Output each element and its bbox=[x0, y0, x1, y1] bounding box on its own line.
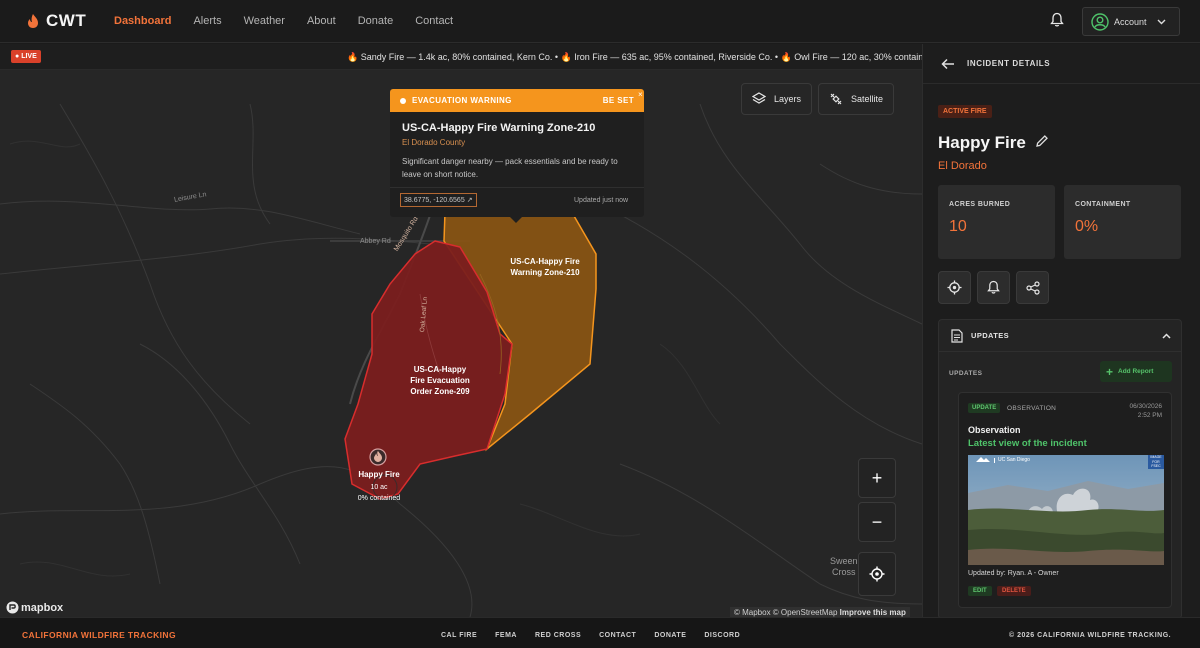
place-label: Cross bbox=[832, 567, 856, 577]
update-tag: UPDATE bbox=[968, 403, 1001, 413]
live-badge: ● LIVE bbox=[11, 50, 41, 63]
delete-button[interactable]: DELETE bbox=[997, 586, 1031, 596]
updates-section: UPDATES UPDATES + Add Report UPDATE OBSE… bbox=[938, 319, 1182, 617]
footer-link-cal-fire[interactable]: CAL FIRE bbox=[441, 632, 477, 639]
fire-name: Happy Fire bbox=[938, 133, 1026, 152]
share-button[interactable] bbox=[1016, 271, 1049, 304]
update-type: OBSERVATION bbox=[1007, 405, 1057, 412]
chevron-down-icon bbox=[1157, 19, 1166, 24]
incident-details-panel: INCIDENT DETAILS ACTIVE FIRE Happy Fire … bbox=[922, 44, 1200, 617]
updates-header[interactable]: UPDATES bbox=[939, 320, 1181, 352]
status-dot-icon bbox=[400, 97, 406, 104]
flame-icon: 🔥 bbox=[780, 52, 792, 62]
zoom-out-button[interactable]: − bbox=[858, 502, 896, 542]
satellite-icon bbox=[830, 93, 842, 105]
improve-map-link[interactable]: Improve this map bbox=[840, 608, 906, 617]
crosshair-icon bbox=[869, 566, 885, 582]
notifications-bell-icon[interactable] bbox=[1050, 12, 1064, 33]
locate-button[interactable] bbox=[858, 552, 896, 596]
logo-text: CWT bbox=[46, 11, 87, 30]
document-icon bbox=[951, 328, 963, 343]
plus-icon: + bbox=[1106, 364, 1114, 379]
camera-brand: UC San Diego bbox=[998, 457, 1030, 463]
back-arrow-icon[interactable] bbox=[941, 58, 955, 70]
popup-pointer bbox=[509, 216, 523, 223]
account-label: Account bbox=[1114, 16, 1147, 27]
zoom-in-button[interactable]: + bbox=[858, 458, 896, 498]
update-card: UPDATE OBSERVATION 06/30/2026 2:52 PM Ob… bbox=[958, 392, 1172, 608]
top-navbar: CWT Dashboard Alerts Weather About Donat… bbox=[0, 0, 1200, 43]
stat-containment: CONTAINMENT 0% bbox=[1064, 185, 1181, 259]
fire-marker-name: Happy Fire bbox=[358, 470, 400, 479]
edit-button[interactable]: EDIT bbox=[968, 586, 992, 596]
edit-pencil-icon[interactable] bbox=[1035, 134, 1049, 148]
chevron-up-icon[interactable] bbox=[1162, 332, 1171, 339]
popup-title: US-CA-Happy Fire Warning Zone-210 bbox=[402, 122, 596, 134]
flame-icon: 🔥 bbox=[560, 52, 572, 62]
update-date: 06/30/2026 2:52 PM bbox=[1129, 403, 1162, 419]
popup-coords-link[interactable]: 38.6775, -120.6565 ↗ bbox=[400, 193, 477, 207]
order-zone-label: US-CA-Happy Fire Evacuation Order Zone-2… bbox=[410, 365, 470, 396]
fire-marker-contained: 0% contained bbox=[357, 495, 401, 502]
footer-link-donate[interactable]: DONATE bbox=[654, 632, 686, 639]
fire-marker-acres: 10 ac bbox=[370, 484, 388, 491]
update-subtitle: Latest view of the incident bbox=[968, 438, 1087, 449]
stat-acres-burned: ACRES BURNED 10 bbox=[938, 185, 1055, 259]
footer-link-contact[interactable]: CONTACT bbox=[599, 632, 636, 639]
panel-title: INCIDENT DETAILS bbox=[967, 59, 1051, 68]
bell-icon bbox=[987, 280, 1000, 294]
mapbox-logo[interactable]: mapbox bbox=[6, 601, 63, 614]
popup-county: El Dorado County bbox=[402, 138, 466, 147]
footer-link-red-cross[interactable]: RED CROSS bbox=[535, 632, 581, 639]
fire-marker[interactable]: Happy Fire 10 ac 0% contained bbox=[348, 470, 410, 502]
nav-weather[interactable]: Weather bbox=[244, 15, 285, 27]
popup-updated: Updated just now bbox=[574, 197, 629, 204]
satellite-button[interactable]: Satellite bbox=[818, 83, 895, 115]
flame-icon: 🔥 bbox=[347, 52, 359, 62]
ticker-text: 🔥 Sandy Fire — 1.4k ac, 80% contained, K… bbox=[347, 52, 922, 62]
map-attribution: © Mapbox © OpenStreetMap Improve this ma… bbox=[730, 607, 910, 617]
nav-alerts[interactable]: Alerts bbox=[193, 15, 221, 27]
warning-zone-label: US-CA-Happy Fire Warning Zone-210 bbox=[510, 257, 580, 277]
layers-button[interactable]: Layers bbox=[741, 83, 813, 115]
footer-link-discord[interactable]: DISCORD bbox=[704, 632, 740, 639]
footer: CALIFORNIA WILDFIRE TRACKING CAL FIRE FE… bbox=[0, 617, 1200, 648]
locate-fire-button[interactable] bbox=[938, 271, 971, 304]
status-badge: ACTIVE FIRE bbox=[938, 105, 992, 118]
popup-description: Significant danger nearby — pack essenti… bbox=[402, 157, 618, 179]
place-label: Sween bbox=[830, 556, 858, 566]
footer-copyright: © 2026 CALIFORNIA WILDFIRE TRACKING. bbox=[1009, 632, 1172, 639]
external-link-icon: ↗ bbox=[466, 197, 473, 204]
footer-link-fema[interactable]: FEMA bbox=[495, 632, 517, 639]
map-view[interactable]: Leisure Ln Abbey Rd Mosquito Rd Oak Leaf… bbox=[0, 44, 922, 617]
popup-header: EVACUATION WARNING BE SET bbox=[390, 89, 644, 112]
share-icon bbox=[1025, 280, 1040, 295]
update-title: Observation bbox=[968, 425, 1021, 435]
footer-brand: CALIFORNIA WILDFIRE TRACKING bbox=[22, 630, 176, 640]
panel-header: INCIDENT DETAILS bbox=[923, 44, 1200, 84]
updated-by: Updated by: Ryan. A - Owner bbox=[968, 570, 1059, 577]
nav-dashboard[interactable]: Dashboard bbox=[114, 15, 171, 27]
updates-label: UPDATES bbox=[949, 370, 983, 377]
flame-icon bbox=[28, 14, 38, 28]
account-menu-button[interactable]: Account bbox=[1082, 7, 1180, 36]
nav-contact[interactable]: Contact bbox=[415, 15, 453, 27]
evacuation-popup: EVACUATION WARNING BE SET × US-CA-Happy … bbox=[390, 89, 644, 223]
subscribe-alerts-button[interactable] bbox=[977, 271, 1010, 304]
incident-camera-image[interactable]: UC San Diego IMAGE FOR FSEC bbox=[968, 455, 1164, 565]
add-report-button[interactable]: + Add Report bbox=[1100, 361, 1172, 382]
mapbox-icon bbox=[6, 601, 19, 614]
popup-close-button[interactable]: × bbox=[638, 90, 643, 99]
fire-county: El Dorado bbox=[938, 160, 987, 172]
nav-about[interactable]: About bbox=[307, 15, 336, 27]
road-label: Abbey Rd bbox=[360, 238, 391, 245]
crosshair-icon bbox=[947, 280, 962, 295]
logo[interactable]: CWT bbox=[26, 11, 114, 31]
live-ticker: ● LIVE 🔥 Sandy Fire — 1.4k ac, 80% conta… bbox=[0, 44, 922, 70]
image-tag: IMAGE FOR FSEC bbox=[1150, 455, 1162, 468]
nav-donate[interactable]: Donate bbox=[358, 15, 393, 27]
user-avatar-icon bbox=[1091, 12, 1109, 31]
layers-icon bbox=[752, 92, 766, 104]
